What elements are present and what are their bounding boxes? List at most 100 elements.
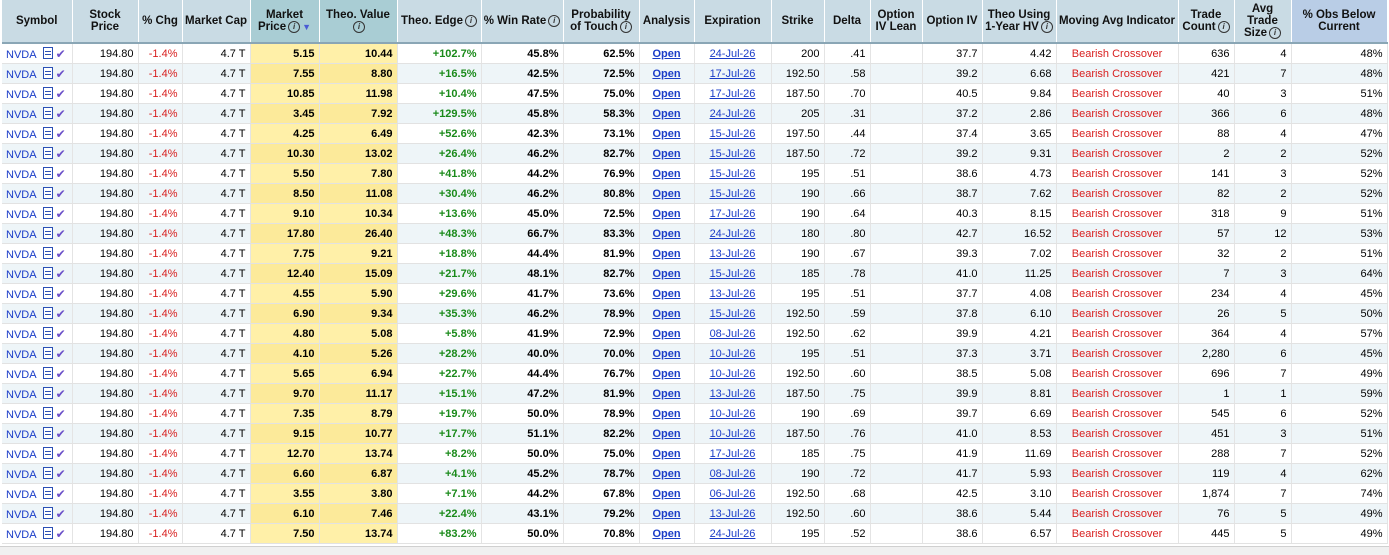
document-icon[interactable] (42, 506, 53, 519)
document-icon[interactable] (42, 86, 53, 99)
checkmark-icon[interactable]: ✔ (56, 327, 66, 341)
symbol-link[interactable]: NVDA (6, 349, 37, 361)
symbol-link[interactable]: NVDA (6, 209, 37, 221)
document-icon[interactable] (42, 266, 53, 279)
cell-expiration[interactable]: 10-Jul-26 (694, 423, 772, 444)
info-icon[interactable]: i (1040, 20, 1053, 33)
table-row[interactable]: NVDA ✔ 194.80 -1.4% 4.7 T 7.35 8.79 +19.7% 50.0%… (2, 403, 1388, 424)
symbol-link[interactable]: NVDA (6, 289, 37, 301)
info-icon[interactable]: i (353, 20, 365, 33)
cell-expiration[interactable]: 15-Jul-26 (694, 123, 772, 144)
symbol-link[interactable]: NVDA (6, 149, 37, 161)
cell-analysis[interactable]: Open (639, 263, 695, 284)
document-icon[interactable] (42, 106, 53, 119)
document-icon[interactable] (42, 286, 53, 299)
table-row[interactable]: NVDA ✔ 194.80 -1.4% 4.7 T 3.45 7.92 +129.5% 45.8… (2, 103, 1388, 124)
cell-analysis[interactable]: Open (639, 83, 695, 104)
table-row[interactable]: NVDA ✔ 194.80 -1.4% 4.7 T 10.85 11.98 +10.4% 47.… (2, 83, 1388, 104)
checkmark-icon[interactable]: ✔ (56, 427, 66, 441)
column-header-expiration[interactable]: Expiration (694, 0, 772, 44)
cell-expiration[interactable]: 10-Jul-26 (694, 363, 772, 384)
cell-expiration[interactable]: 24-Jul-26 (694, 223, 772, 244)
symbol-link[interactable]: NVDA (6, 189, 37, 201)
symbol-link[interactable]: NVDA (6, 469, 37, 481)
info-icon[interactable]: i (1217, 20, 1230, 33)
checkmark-icon[interactable]: ✔ (56, 467, 66, 481)
checkmark-icon[interactable]: ✔ (56, 47, 66, 61)
cell-expiration[interactable]: 08-Jul-26 (694, 463, 772, 484)
checkmark-icon[interactable]: ✔ (56, 267, 66, 281)
column-header-prob-touch[interactable]: Probability of Touch i (563, 0, 640, 44)
symbol-link[interactable]: NVDA (6, 329, 37, 341)
cell-expiration[interactable]: 13-Jul-26 (694, 283, 772, 304)
symbol-link[interactable]: NVDA (6, 369, 37, 381)
checkmark-icon[interactable]: ✔ (56, 147, 66, 161)
checkmark-icon[interactable]: ✔ (56, 227, 66, 241)
cell-expiration[interactable]: 13-Jul-26 (694, 243, 772, 264)
document-icon[interactable] (42, 366, 53, 379)
cell-analysis[interactable]: Open (639, 423, 695, 444)
symbol-link[interactable]: NVDA (6, 489, 37, 501)
info-icon[interactable]: i (288, 20, 301, 33)
checkmark-icon[interactable]: ✔ (56, 527, 66, 541)
cell-analysis[interactable]: Open (639, 523, 695, 544)
column-header-analysis[interactable]: Analysis (639, 0, 695, 44)
column-header-theo-edge[interactable]: Theo. Edge i (397, 0, 482, 44)
symbol-link[interactable]: NVDA (6, 249, 37, 261)
document-icon[interactable] (42, 466, 53, 479)
column-header-iv-lean[interactable]: Option IV Lean (870, 0, 923, 44)
cell-expiration[interactable]: 15-Jul-26 (694, 263, 772, 284)
table-row[interactable]: NVDA ✔ 194.80 -1.4% 4.7 T 7.55 8.80 +16.5% 42.5%… (2, 63, 1388, 84)
column-header-delta[interactable]: Delta (824, 0, 871, 44)
table-row[interactable]: NVDA ✔ 194.80 -1.4% 4.7 T 9.15 10.77 +17.7% 51.1… (2, 423, 1388, 444)
column-header-theo-hv[interactable]: Theo Using 1-Year HV i (982, 0, 1057, 44)
cell-analysis[interactable]: Open (639, 63, 695, 84)
checkmark-icon[interactable]: ✔ (56, 387, 66, 401)
document-icon[interactable] (42, 346, 53, 359)
document-icon[interactable] (42, 446, 53, 459)
cell-analysis[interactable]: Open (639, 123, 695, 144)
document-icon[interactable] (42, 426, 53, 439)
checkmark-icon[interactable]: ✔ (56, 207, 66, 221)
cell-analysis[interactable]: Open (639, 183, 695, 204)
checkmark-icon[interactable]: ✔ (56, 367, 66, 381)
checkmark-icon[interactable]: ✔ (56, 247, 66, 261)
checkmark-icon[interactable]: ✔ (56, 67, 66, 81)
symbol-link[interactable]: NVDA (6, 449, 37, 461)
cell-expiration[interactable]: 15-Jul-26 (694, 143, 772, 164)
table-row[interactable]: NVDA ✔ 194.80 -1.4% 4.7 T 3.55 3.80 +7.1% 44.2% 6… (2, 483, 1388, 504)
cell-expiration[interactable]: 24-Jul-26 (694, 523, 772, 544)
checkmark-icon[interactable]: ✔ (56, 307, 66, 321)
symbol-link[interactable]: NVDA (6, 269, 37, 281)
checkmark-icon[interactable]: ✔ (56, 87, 66, 101)
cell-analysis[interactable]: Open (639, 383, 695, 404)
column-header-symbol[interactable]: Symbol (2, 0, 73, 44)
column-header-strike[interactable]: Strike (771, 0, 825, 44)
checkmark-icon[interactable]: ✔ (56, 347, 66, 361)
cell-expiration[interactable]: 15-Jul-26 (694, 303, 772, 324)
table-row[interactable]: NVDA ✔ 194.80 -1.4% 4.7 T 9.10 10.34 +13.6% 45.0… (2, 203, 1388, 224)
document-icon[interactable] (42, 306, 53, 319)
column-header-trade-count[interactable]: Trade Count i (1178, 0, 1235, 44)
sort-arrow-icon[interactable]: ▼ (302, 22, 311, 32)
column-header-obs-below[interactable]: % Obs Below Current (1291, 0, 1388, 44)
checkmark-icon[interactable]: ✔ (56, 127, 66, 141)
symbol-link[interactable]: NVDA (6, 129, 37, 141)
document-icon[interactable] (42, 386, 53, 399)
checkmark-icon[interactable]: ✔ (56, 487, 66, 501)
table-row[interactable]: NVDA ✔ 194.80 -1.4% 4.7 T 12.40 15.09 +21.7% 48.… (2, 263, 1388, 284)
symbol-link[interactable]: NVDA (6, 49, 37, 61)
cell-expiration[interactable]: 15-Jul-26 (694, 183, 772, 204)
document-icon[interactable] (42, 246, 53, 259)
cell-analysis[interactable]: Open (639, 363, 695, 384)
cell-analysis[interactable]: Open (639, 323, 695, 344)
table-row[interactable]: NVDA ✔ 194.80 -1.4% 4.7 T 5.65 6.94 +22.7% 44.4%… (2, 363, 1388, 384)
symbol-link[interactable]: NVDA (6, 529, 37, 541)
symbol-link[interactable]: NVDA (6, 89, 37, 101)
cell-analysis[interactable]: Open (639, 103, 695, 124)
symbol-link[interactable]: NVDA (6, 409, 37, 421)
symbol-link[interactable]: NVDA (6, 69, 37, 81)
table-row[interactable]: NVDA ✔ 194.80 -1.4% 4.7 T 12.70 13.74 +8.2% 50.0… (2, 443, 1388, 464)
document-icon[interactable] (42, 146, 53, 159)
document-icon[interactable] (42, 126, 53, 139)
